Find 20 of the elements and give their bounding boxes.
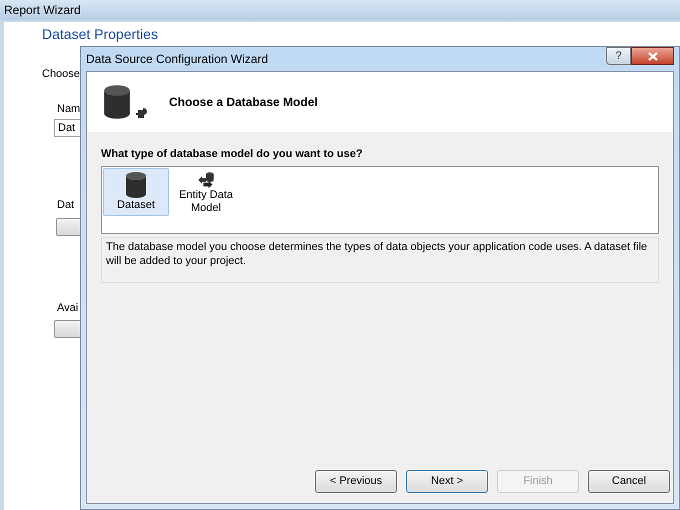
form-label: Choose xyxy=(42,67,80,82)
window-title: Report Wizard xyxy=(4,2,81,19)
model-option[interactable]: Entity Data Model xyxy=(173,168,239,216)
wizard-button[interactable]: Next > xyxy=(406,470,488,493)
close-button[interactable] xyxy=(631,47,674,65)
form-label: Nam xyxy=(57,102,80,116)
form-label: Dat xyxy=(57,198,74,213)
wizard-button[interactable]: < Previous xyxy=(315,470,397,493)
dialog-title: Data Source Configuration Wizard xyxy=(86,51,268,68)
description-text: The database model you choose determines the types of data objects your application code uses. A dataset file will be added to your project. xyxy=(106,240,648,268)
help-button[interactable]: ? xyxy=(606,47,631,65)
question-label: What type of database model do you want to use? xyxy=(101,147,364,162)
form-label: Avai xyxy=(57,300,78,316)
database-icon xyxy=(124,170,148,198)
page-heading: Dataset Properties xyxy=(42,26,158,42)
model-option[interactable]: Dataset xyxy=(103,168,169,216)
wizard-button[interactable]: Cancel xyxy=(588,470,670,493)
close-icon xyxy=(648,52,658,60)
header-title: Choose a Database Model xyxy=(169,94,318,111)
plug-icon xyxy=(135,106,149,120)
